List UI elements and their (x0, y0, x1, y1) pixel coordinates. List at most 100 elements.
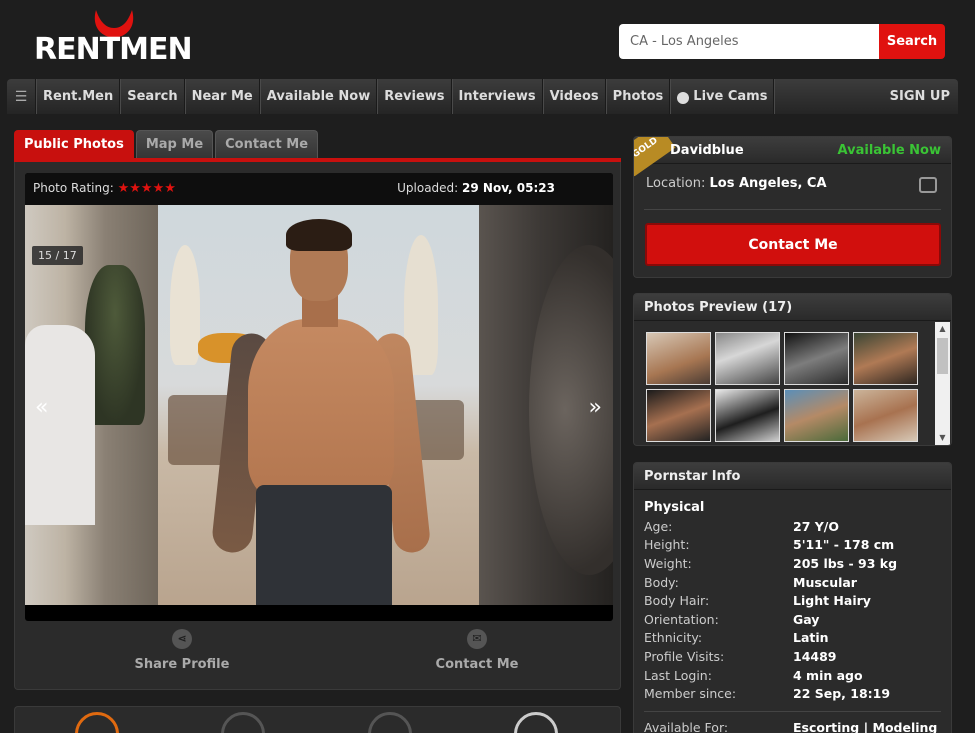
info-row-member-since: Member since: 22 Sep, 18:19 (644, 686, 944, 704)
nav-item-near-me[interactable]: Near Me (184, 79, 260, 114)
photo-actions: ⋖ Share Profile ✉ Contact Me (15, 626, 622, 676)
dark-shorts (256, 485, 392, 605)
search-button[interactable]: Search (879, 24, 945, 59)
info-label: Weight: (644, 556, 692, 571)
hamburger-menu-icon[interactable]: ☰ (7, 79, 36, 114)
nav-item-videos[interactable]: Videos (542, 79, 606, 114)
profile-location: Location: Los Angeles, CA (646, 176, 827, 191)
share-profile-button[interactable]: ⋖ Share Profile (112, 626, 252, 672)
info-value: Gay (793, 612, 820, 627)
photos-preview-title: Photos Preview (17) (634, 294, 951, 321)
photo-counter: 15 / 17 (32, 246, 83, 265)
info-row-ethnicity: Ethnicity: Latin (644, 630, 944, 648)
rating-stars-icon[interactable]: ★★★★★ (118, 181, 176, 196)
info-value: 205 lbs - 93 kg (793, 556, 898, 571)
next-arrow-icon[interactable]: » (589, 395, 602, 420)
nav-item-live-cams[interactable]: Live Cams (670, 79, 775, 114)
info-value: 14489 (793, 649, 837, 664)
share-icon: ⋖ (172, 629, 192, 649)
info-label: Available For: (644, 720, 729, 733)
profile-username: Davidblue (670, 143, 744, 158)
rentmen-logo[interactable]: RENTMEN (32, 8, 193, 74)
location-search-input[interactable] (619, 24, 880, 59)
pornstar-info-card: Pornstar Info Physical Age: 27 Y/O Heigh… (633, 462, 952, 733)
info-label: Height: (644, 537, 690, 552)
logo-text: RENTMEN (34, 32, 193, 67)
webcam-icon (677, 91, 690, 104)
main-photo[interactable] (158, 205, 479, 605)
scroll-up-icon[interactable]: ▲ (935, 322, 950, 336)
info-value: 4 min ago (793, 668, 863, 683)
info-row-available-for: Available For: Escorting | Modeling (644, 720, 944, 733)
info-label: Body: (644, 575, 679, 590)
nav-item-reviews[interactable]: Reviews (377, 79, 452, 114)
info-row-last-login: Last Login: 4 min ago (644, 668, 944, 686)
info-section-physical: Physical (644, 500, 705, 515)
torso (248, 319, 394, 499)
photo-thumbnail[interactable] (646, 389, 711, 442)
model-figure (210, 219, 432, 605)
signup-link[interactable]: SIGN UP (890, 89, 958, 104)
profile-divider (644, 209, 941, 210)
info-row-orientation: Orientation: Gay (644, 612, 944, 630)
photo-thumbnail[interactable] (853, 389, 918, 442)
nav-spacer (774, 79, 889, 114)
badge-money-icon (221, 712, 265, 733)
photo-thumbnail[interactable] (784, 332, 849, 385)
photos-preview-card: Photos Preview (17) ▲ ▼ (633, 293, 952, 446)
nav-item-search[interactable]: Search (120, 79, 185, 114)
tab-map-me[interactable]: Map Me (135, 130, 214, 158)
scroll-down-icon[interactable]: ▼ (935, 431, 950, 445)
photo-info-bar: Photo Rating: ★★★★★ Uploaded: 29 Nov, 05… (25, 173, 613, 205)
photo-thumbnail[interactable] (646, 332, 711, 385)
nav-item-photos[interactable]: Photos (605, 79, 671, 114)
info-card-title: Pornstar Info (634, 463, 951, 490)
info-value: Latin (793, 630, 829, 645)
info-value: Escorting | Modeling (793, 720, 938, 733)
profile-tabs: Public Photos Map Me Contact Me (14, 130, 320, 158)
page: RENTMEN Search ☰ Rent.Men Search Near Me… (0, 0, 975, 733)
info-value: 22 Sep, 18:19 (793, 686, 891, 701)
info-value: Muscular (793, 575, 857, 590)
info-label: Profile Visits: (644, 649, 725, 664)
photo-thumbnail[interactable] (853, 332, 918, 385)
white-shirt-figure (25, 325, 95, 525)
photo-rating-label: Photo Rating: (33, 181, 114, 195)
nav-item-interviews[interactable]: Interviews (451, 79, 543, 114)
scroll-thumb[interactable] (937, 338, 948, 374)
photo-thumbnails (646, 332, 922, 442)
badge-orange-icon (75, 712, 119, 733)
nav-item-available-now[interactable]: Available Now (259, 79, 378, 114)
info-label: Orientation: (644, 612, 719, 627)
info-value: Light Hairy (793, 593, 871, 608)
info-row-body: Body: Muscular (644, 575, 944, 593)
photo-thumbnail[interactable] (715, 332, 780, 385)
location-value: Los Angeles, CA (709, 176, 827, 191)
contact-me-link[interactable]: ✉ Contact Me (407, 626, 547, 672)
contact-me-button[interactable]: Contact Me (645, 223, 941, 266)
info-row-body-hair: Body Hair: Light Hairy (644, 593, 944, 611)
photo-thumbnail[interactable] (715, 389, 780, 442)
site-header: RENTMEN Search (0, 0, 975, 80)
photo-viewer: Photo Rating: ★★★★★ Uploaded: 29 Nov, 05… (25, 173, 613, 621)
envelope-icon: ✉ (467, 629, 487, 649)
map-pin-icon[interactable] (919, 177, 937, 193)
thumbnails-scrollbar[interactable]: ▲ ▼ (935, 322, 950, 445)
info-label: Member since: (644, 686, 737, 701)
tab-contact-me[interactable]: Contact Me (215, 130, 319, 158)
info-row-weight: Weight: 205 lbs - 93 kg (644, 556, 944, 574)
info-divider (644, 711, 941, 712)
info-label: Last Login: (644, 668, 712, 683)
photo-thumbnail[interactable] (784, 389, 849, 442)
info-label: Ethnicity: (644, 630, 703, 645)
beach-umbrella-left (170, 245, 200, 365)
tab-public-photos[interactable]: Public Photos (14, 130, 134, 158)
previous-arrow-icon[interactable]: « (35, 395, 48, 420)
nav-item-rentmen[interactable]: Rent.Men (36, 79, 121, 114)
info-value: 27 Y/O (793, 519, 839, 534)
info-row-height: Height: 5'11" - 178 cm (644, 537, 944, 555)
profile-card: GOLD Davidblue Available Now Location: L… (633, 136, 952, 278)
badge-mask-icon (514, 712, 558, 733)
main-nav: ☰ Rent.Men Search Near Me Available Now … (7, 79, 958, 114)
info-row-profile-visits: Profile Visits: 14489 (644, 649, 944, 667)
